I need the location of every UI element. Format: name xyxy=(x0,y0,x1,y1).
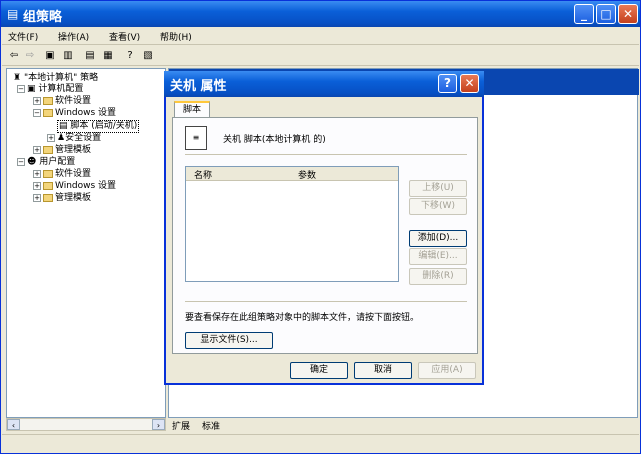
tree-admin-templates[interactable]: + 管理模板 xyxy=(33,145,91,156)
dialog-title-bar[interactable]: 关机 属性 ? ✕ xyxy=(164,71,484,97)
apply-button[interactable]: 应用(A) xyxy=(418,362,476,379)
up-folder-icon[interactable]: ▣ xyxy=(42,48,58,63)
menu-view[interactable]: 查看(V) xyxy=(109,30,140,43)
tree-user-windows-settings[interactable]: + Windows 设置 xyxy=(33,181,116,192)
tree-scripts[interactable]: ▤ 脚本 (启动/关机) xyxy=(57,120,140,133)
tree-root[interactable]: ♜ "本地计算机" 策略 xyxy=(13,73,98,84)
divider xyxy=(185,154,467,155)
view-tabs: 扩展 标准 xyxy=(168,418,368,432)
remove-button[interactable]: 删除(R) xyxy=(409,268,467,285)
computer-icon: ▣ xyxy=(27,84,36,94)
status-bar xyxy=(2,434,639,452)
expand-icon[interactable]: + xyxy=(33,96,41,105)
scripts-list[interactable]: 名称 参数 xyxy=(185,166,399,282)
scroll-left-icon[interactable]: ‹ xyxy=(7,419,20,430)
expand-icon[interactable]: + xyxy=(33,181,41,190)
menu-bar: 文件(F) 操作(A) 查看(V) 帮助(H) xyxy=(2,27,639,45)
back-icon[interactable]: ⇦ xyxy=(6,48,22,63)
expand-icon[interactable]: + xyxy=(33,193,41,202)
move-down-button[interactable]: 下移(W) xyxy=(409,198,467,215)
edit-button[interactable]: 编辑(E)... xyxy=(409,248,467,265)
collapse-icon[interactable]: − xyxy=(17,84,25,93)
export-icon[interactable]: ▦ xyxy=(100,48,116,63)
script-icon: ≡ xyxy=(185,126,207,150)
expand-icon[interactable]: + xyxy=(33,145,41,154)
expand-icon[interactable]: + xyxy=(47,133,55,142)
divider xyxy=(185,301,467,302)
help-icon[interactable]: ? xyxy=(122,48,138,63)
tab-standard[interactable]: 标准 xyxy=(202,419,220,432)
note-text: 要查看保存在此组策略对象中的脚本文件，请按下面按钮。 xyxy=(185,313,420,323)
expand-icon[interactable]: + xyxy=(33,169,41,178)
horizontal-scrollbar[interactable]: ‹ › xyxy=(6,418,166,431)
tree-user-admin-templates[interactable]: + 管理模板 xyxy=(33,193,91,204)
column-name[interactable]: 名称 xyxy=(194,168,212,181)
close-button[interactable]: ✕ xyxy=(618,4,638,24)
folder-icon xyxy=(43,108,53,117)
ok-button[interactable]: 确定 xyxy=(290,362,348,379)
tree-software-settings[interactable]: + 软件设置 xyxy=(33,96,91,107)
column-params[interactable]: 参数 xyxy=(298,168,316,181)
forward-icon[interactable]: ⇨ xyxy=(22,48,38,63)
policy-icon: ♜ xyxy=(13,73,22,83)
maximize-button[interactable]: □ xyxy=(596,4,616,24)
shutdown-properties-dialog: 关机 属性 ? ✕ 脚本 ≡ 关机 脚本(本地计算机 的) 名称 参数 上移(U… xyxy=(164,71,484,385)
cancel-button[interactable]: 取消 xyxy=(354,362,412,379)
menu-action[interactable]: 操作(A) xyxy=(58,30,89,43)
dialog-title: 关机 属性 xyxy=(170,79,227,94)
window-title: 组策略 xyxy=(23,10,63,25)
properties-icon[interactable]: ▤ xyxy=(82,48,98,63)
tree-windows-settings[interactable]: − Windows 设置 xyxy=(33,108,116,119)
show-tree-icon[interactable]: ▥ xyxy=(60,48,76,63)
add-button[interactable]: 添加(D)... xyxy=(409,230,467,247)
dialog-description: 关机 脚本(本地计算机 的) xyxy=(223,135,326,145)
tree-security-settings[interactable]: + ♟安全设置 xyxy=(47,133,101,144)
tab-scripts[interactable]: 脚本 xyxy=(174,101,210,118)
show-files-button[interactable]: 显示文件(S)... xyxy=(185,332,273,349)
tree-user-software-settings[interactable]: + 软件设置 xyxy=(33,169,91,180)
folder-icon xyxy=(43,145,53,154)
gpedit-window: ▤ 组策略 _ □ ✕ 文件(F) 操作(A) 查看(V) 帮助(H) ⇦ ⇨ … xyxy=(0,0,641,454)
security-icon: ♟ xyxy=(57,133,66,143)
user-icon: ☻ xyxy=(27,157,37,167)
folder-icon xyxy=(43,169,53,178)
title-bar[interactable]: ▤ 组策略 _ □ ✕ xyxy=(1,1,640,27)
app-icon: ▤ xyxy=(7,7,19,21)
tree-computer-config[interactable]: − ▣ 计算机配置 xyxy=(17,84,83,95)
help-icon[interactable]: ? xyxy=(438,74,457,93)
details-icon[interactable]: ▧ xyxy=(140,48,156,63)
folder-icon xyxy=(43,181,53,190)
menu-help[interactable]: 帮助(H) xyxy=(160,30,192,43)
tab-extended[interactable]: 扩展 xyxy=(172,419,190,432)
scroll-right-icon[interactable]: › xyxy=(152,419,165,430)
minimize-button[interactable]: _ xyxy=(574,4,594,24)
script-icon: ▤ xyxy=(59,121,68,131)
toolbar: ⇦ ⇨ ▣ ▥ ▤ ▦ ? ▧ xyxy=(2,46,639,66)
collapse-icon[interactable]: − xyxy=(33,108,41,117)
collapse-icon[interactable]: − xyxy=(17,157,25,166)
list-header: 名称 参数 xyxy=(186,167,398,181)
scripts-tab-panel: ≡ 关机 脚本(本地计算机 的) 名称 参数 上移(U) 下移(W) 添加(D)… xyxy=(172,117,478,354)
tree-pane: ♜ "本地计算机" 策略 − ▣ 计算机配置 + 软件设置 − Windows 设置 … xyxy=(6,68,166,418)
move-up-button[interactable]: 上移(U) xyxy=(409,180,467,197)
folder-icon xyxy=(43,193,53,202)
tree-user-config[interactable]: − ☻ 用户配置 xyxy=(17,157,75,168)
dialog-close-button[interactable]: ✕ xyxy=(460,74,479,93)
folder-icon xyxy=(43,96,53,105)
menu-file[interactable]: 文件(F) xyxy=(8,30,38,43)
